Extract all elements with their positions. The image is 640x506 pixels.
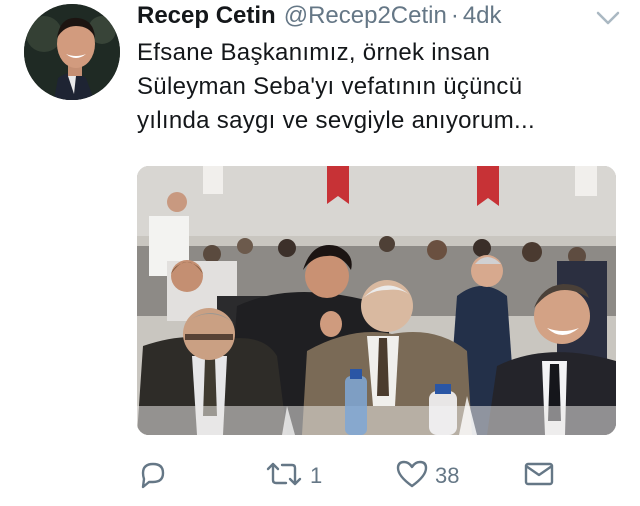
tweet-text: Efsane Başkanımız, örnek insan Süleyman … xyxy=(137,36,617,138)
tweet-text-line: Efsane Başkanımız, örnek insan xyxy=(137,39,491,66)
chevron-down-icon[interactable] xyxy=(594,8,622,28)
tweet-text-line: Süleyman Seba'yı vefatının üçüncü xyxy=(137,73,523,100)
user-handle[interactable]: @Recep2Cetin xyxy=(284,2,447,30)
envelope-icon xyxy=(523,458,555,495)
heart-icon xyxy=(395,458,429,495)
reply-icon xyxy=(137,458,169,495)
tweet-timestamp[interactable]: 4dk xyxy=(463,2,502,30)
tweet-header: Recep Cetin @Recep2Cetin · 4dk xyxy=(137,2,502,32)
retweet-icon xyxy=(264,458,304,495)
profile-avatar[interactable] xyxy=(24,4,120,100)
reply-button[interactable] xyxy=(137,458,169,494)
separator-dot: · xyxy=(450,2,459,29)
user-display-name[interactable]: Recep Cetin xyxy=(137,2,276,30)
tweet-text-line: yılında saygı ve sevgiyle anıyorum... xyxy=(137,107,535,134)
retweet-button[interactable]: 1 xyxy=(264,458,322,494)
direct-message-button[interactable] xyxy=(523,458,555,494)
tweet-photo[interactable] xyxy=(137,166,616,435)
like-button[interactable]: 38 xyxy=(395,458,459,494)
like-count: 38 xyxy=(435,463,460,488)
retweet-count: 1 xyxy=(310,463,323,488)
tweet-action-bar: 1 38 xyxy=(137,458,617,494)
